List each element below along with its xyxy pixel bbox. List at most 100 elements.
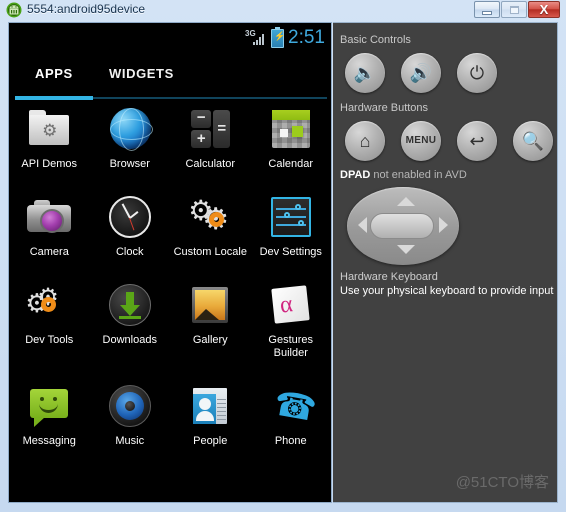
gestures-builder-icon: α [267, 281, 315, 329]
gallery-icon [186, 281, 234, 329]
window-titlebar: 5554:android95device X [0, 0, 566, 21]
app-item-clock[interactable]: Clock [90, 193, 171, 259]
volume-up-icon: 🔊 [409, 63, 433, 83]
app-label: Calendar [268, 158, 314, 170]
minimize-button[interactable] [474, 1, 500, 18]
window-title: 5554:android95device [27, 2, 146, 16]
app-row: ⚙ ⚙ Dev Tools Downloads Gallery α Gestur… [9, 259, 331, 360]
app-label: API Demos [21, 158, 78, 170]
search-button[interactable]: 🔍 [513, 121, 553, 161]
close-button[interactable]: X [528, 1, 560, 18]
battery-charging-icon: ⚡ [271, 26, 285, 48]
android-robot-icon [6, 2, 22, 18]
app-label: Calculator [185, 158, 236, 170]
app-label: Gallery [192, 334, 228, 346]
signal-strength-bars [253, 33, 266, 45]
hardware-keyboard-title: Hardware Keyboard [340, 271, 438, 283]
basic-controls-title: Basic Controls [340, 34, 411, 46]
dpad-left-icon[interactable] [358, 217, 367, 233]
tab-widgets[interactable]: WIDGETS [109, 66, 174, 81]
app-item-messaging[interactable]: Messaging [9, 382, 90, 448]
app-label: Custom Locale [173, 246, 247, 258]
app-item-dev-tools[interactable]: ⚙ ⚙ Dev Tools [9, 281, 90, 360]
app-item-music[interactable]: Music [90, 382, 171, 448]
launcher-tabs: APPS WIDGETS [9, 53, 331, 101]
dpad-up-icon[interactable] [397, 197, 415, 206]
dpad-right-icon[interactable] [439, 217, 448, 233]
app-item-gallery[interactable]: Gallery [170, 281, 251, 360]
dpad-note-text: not enabled in AVD [370, 169, 467, 181]
custom-locale-icon: ⚙ ⚙ [188, 195, 230, 236]
signal-bars-icon: 3G [245, 29, 267, 47]
api-demos-icon: ⚙ [25, 105, 73, 153]
app-row: Messaging Music People ☎ Phone [9, 360, 331, 448]
home-icon: ⌂ [359, 131, 371, 151]
back-button[interactable]: ↩ [457, 121, 497, 161]
app-label: Dev Tools [25, 334, 74, 346]
app-item-calendar[interactable]: Calendar [251, 105, 332, 171]
browser-icon [106, 105, 154, 153]
camera-icon [25, 193, 73, 241]
status-bar-clock: 2:51 [288, 27, 325, 48]
maximize-button[interactable] [501, 1, 527, 18]
dpad-label: DPAD [340, 169, 371, 181]
home-button[interactable]: ⌂ [345, 121, 385, 161]
app-label: People [193, 435, 228, 447]
search-icon: 🔍 [521, 131, 545, 151]
back-icon: ↩ [469, 131, 485, 151]
music-icon [106, 382, 154, 430]
hardware-keyboard-description: Use your physical keyboard to provide in… [340, 285, 554, 297]
app-row: ⚙ API Demos Browser − + = Calculator Cal… [9, 101, 331, 171]
app-item-downloads[interactable]: Downloads [90, 281, 171, 360]
app-label: Music [115, 435, 145, 447]
app-item-browser[interactable]: Browser [90, 105, 171, 171]
dev-settings-icon [267, 193, 315, 241]
dpad-status-note: DPAD not enabled in AVD [340, 169, 467, 181]
calculator-icon: − + = [186, 105, 234, 153]
messaging-icon [25, 382, 73, 430]
app-item-api-demos[interactable]: ⚙ API Demos [9, 105, 90, 171]
volume-down-icon: 🔈 [353, 63, 377, 83]
app-label: Downloads [102, 334, 157, 346]
app-item-custom-locale[interactable]: ⚙ ⚙ Custom Locale [170, 193, 251, 259]
clock-icon [106, 193, 154, 241]
tab-underline-active [15, 96, 93, 100]
dpad-down-icon[interactable] [397, 245, 415, 254]
app-row: Camera Clock ⚙ ⚙ Custom Locale Dev Setti… [9, 171, 331, 259]
emulator-window: 5554:android95device X 3G ⚡ 2:51 APPS WI… [0, 0, 566, 512]
app-label: Phone [274, 435, 307, 447]
app-item-phone[interactable]: ☎ Phone [251, 382, 332, 448]
dpad-control[interactable] [347, 187, 459, 265]
app-grid: ⚙ API Demos Browser − + = Calculator Cal… [9, 101, 331, 502]
app-item-dev-settings[interactable]: Dev Settings [251, 193, 332, 259]
app-label: Camera [29, 246, 69, 258]
tab-apps[interactable]: APPS [35, 66, 73, 81]
android-status-bar: 3G ⚡ 2:51 [9, 23, 331, 53]
app-item-people[interactable]: People [170, 382, 251, 448]
volume-down-button[interactable]: 🔈 [345, 53, 385, 93]
power-icon: ⏻ [469, 63, 485, 83]
app-item-gestures-builder[interactable]: α Gestures Builder [251, 281, 332, 360]
power-button[interactable]: ⏻ [457, 53, 497, 93]
app-label: Clock [115, 246, 144, 258]
app-label: Dev Settings [259, 246, 322, 258]
watermark: @51CTO博客 [455, 474, 549, 491]
downloads-icon [106, 281, 154, 329]
people-icon [186, 382, 234, 430]
app-label: Messaging [22, 435, 76, 447]
app-label: Browser [109, 158, 150, 170]
emulator-control-panel: Basic Controls 🔈 🔊 ⏻ Hardware Buttons ⌂ … [333, 22, 558, 503]
device-screen[interactable]: 3G ⚡ 2:51 APPS WIDGETS ⚙ API Demos Brows… [8, 22, 332, 503]
calendar-icon [267, 105, 315, 153]
menu-label: MENU [405, 135, 437, 146]
dev-tools-icon: ⚙ ⚙ [25, 284, 59, 318]
phone-icon: ☎ [270, 384, 320, 430]
menu-button[interactable]: MENU [401, 121, 441, 161]
app-item-camera[interactable]: Camera [9, 193, 90, 259]
hardware-buttons-title: Hardware Buttons [340, 102, 429, 114]
status-icons: 3G ⚡ 2:51 [245, 26, 325, 49]
dpad-center-button[interactable] [370, 213, 434, 239]
close-icon: X [539, 2, 549, 17]
app-item-calculator[interactable]: − + = Calculator [170, 105, 251, 171]
volume-up-button[interactable]: 🔊 [401, 53, 441, 93]
